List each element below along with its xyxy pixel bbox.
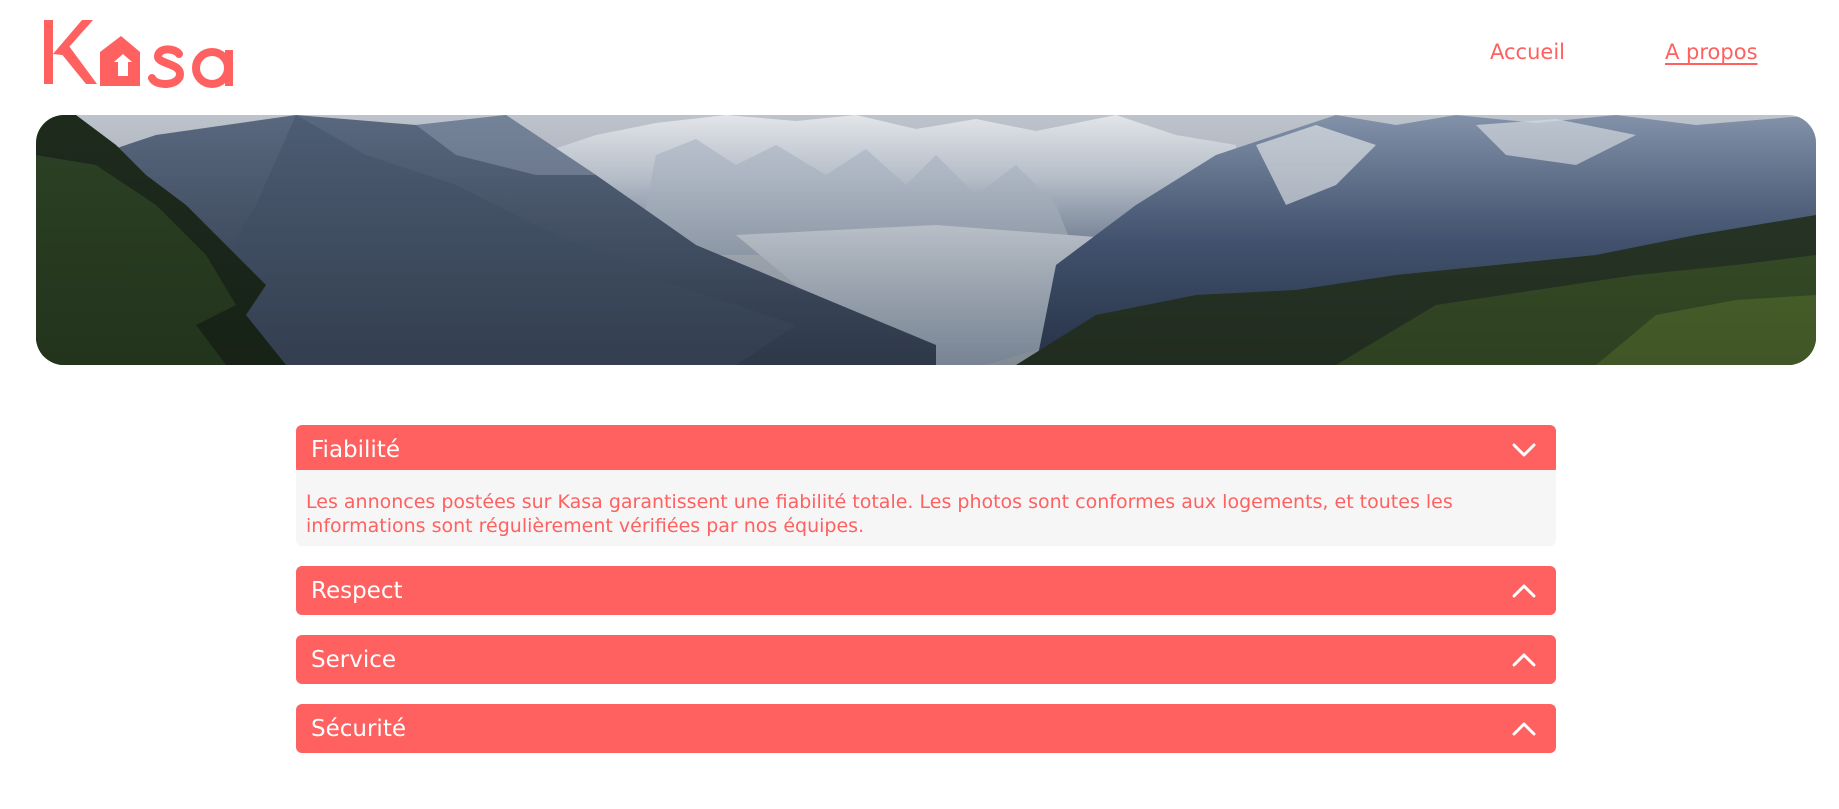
site-header: Accueil A propos [0, 0, 1839, 115]
collapse-title: Service [311, 646, 397, 673]
collapse-header-securite[interactable]: Sécurité [296, 704, 1556, 753]
collapse-content: Les annonces postées sur Kasa garantisse… [296, 470, 1556, 546]
main-nav: Accueil A propos [0, 40, 1839, 70]
collapse-title: Fiabilité [311, 436, 400, 463]
collapse-header-respect[interactable]: Respect [296, 566, 1556, 615]
chevron-up-icon[interactable] [1510, 581, 1538, 601]
collapse-securite: Sécurité [296, 704, 1556, 753]
collapse-title: Respect [311, 577, 403, 604]
chevron-up-icon[interactable] [1510, 719, 1538, 739]
nav-link-home[interactable]: Accueil [1490, 40, 1565, 64]
hero-banner-image [36, 115, 1816, 365]
collapse-service: Service [296, 635, 1556, 684]
collapse-title: Sécurité [311, 715, 406, 742]
collapse-fiabilite: Fiabilité Les annonces postées sur Kasa … [296, 425, 1556, 546]
collapse-header-service[interactable]: Service [296, 635, 1556, 684]
chevron-down-icon[interactable] [1510, 440, 1538, 460]
nav-link-about[interactable]: A propos [1665, 40, 1758, 64]
collapse-respect: Respect [296, 566, 1556, 615]
chevron-up-icon[interactable] [1510, 650, 1538, 670]
collapse-header-fiabilite[interactable]: Fiabilité [296, 425, 1556, 474]
values-collapse-list: Fiabilité Les annonces postées sur Kasa … [296, 425, 1556, 773]
